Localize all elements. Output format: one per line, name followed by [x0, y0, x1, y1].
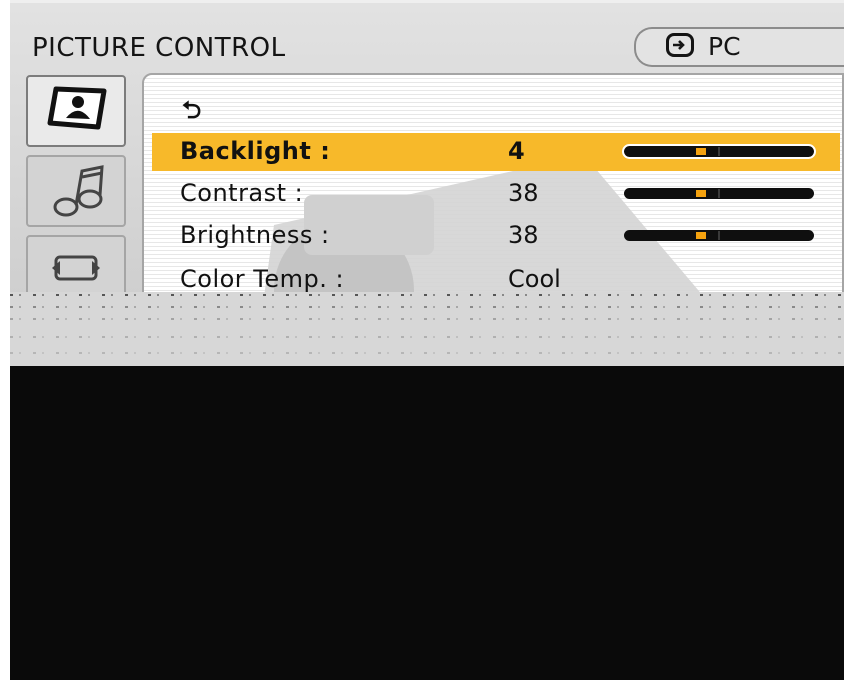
noise-line: [10, 318, 844, 320]
noise-line: [10, 306, 844, 308]
music-note-icon: [53, 165, 104, 217]
setting-value: 38: [508, 179, 539, 207]
setting-value: Cool: [508, 265, 561, 293]
noise-line: [10, 294, 844, 296]
noise-line: [10, 352, 844, 354]
setting-row-backlight[interactable]: Backlight : 4: [152, 133, 840, 171]
input-source-icon: [666, 33, 694, 57]
contrast-slider[interactable]: [624, 188, 814, 199]
input-source-indicator: PC: [634, 27, 844, 67]
slider-midpoint: [718, 147, 720, 156]
slider-knob[interactable]: [696, 190, 706, 197]
slider-midpoint: [718, 231, 720, 240]
setup-icon: [52, 255, 100, 281]
backlight-slider[interactable]: [622, 144, 816, 159]
slider-midpoint: [718, 189, 720, 198]
setting-label: Contrast :: [180, 179, 304, 207]
picture-icon: [47, 86, 107, 130]
setting-label: Color Temp. :: [180, 265, 345, 293]
screen: PICTURE CONTROL PC ⮌ Backlight: 4 Contr…: [10, 0, 844, 680]
setting-row-brightness[interactable]: Brightness : 38: [152, 217, 840, 255]
noise-line: [10, 336, 844, 338]
osd-menu: PICTURE CONTROL PC ⮌ Backlight: 4 Contr…: [10, 0, 844, 307]
setting-label: Brightness :: [180, 221, 330, 249]
setting-row-color-temp[interactable]: Color Temp. : Cool: [152, 261, 840, 293]
brightness-slider[interactable]: [624, 230, 814, 241]
settings-list: ⮌ Backlight : 4 Contrast : 38 Brightness…: [142, 73, 844, 295]
input-source-label: PC: [708, 32, 741, 61]
slider-knob[interactable]: [696, 148, 706, 155]
setting-label: Backlight :: [180, 137, 331, 165]
slider-knob[interactable]: [696, 232, 706, 239]
tab-sound[interactable]: [26, 155, 126, 227]
signal-glitch-band: [10, 292, 844, 366]
setting-value: 4: [508, 137, 525, 165]
setting-row-contrast[interactable]: Contrast : 38: [152, 175, 840, 213]
tab-picture[interactable]: [26, 75, 126, 147]
setting-value: 38: [508, 221, 539, 249]
back-row[interactable]: ⮌: [152, 91, 840, 124]
back-arrow-icon: ⮌: [182, 96, 202, 124]
menu-title: PICTURE CONTROL: [32, 33, 286, 63]
